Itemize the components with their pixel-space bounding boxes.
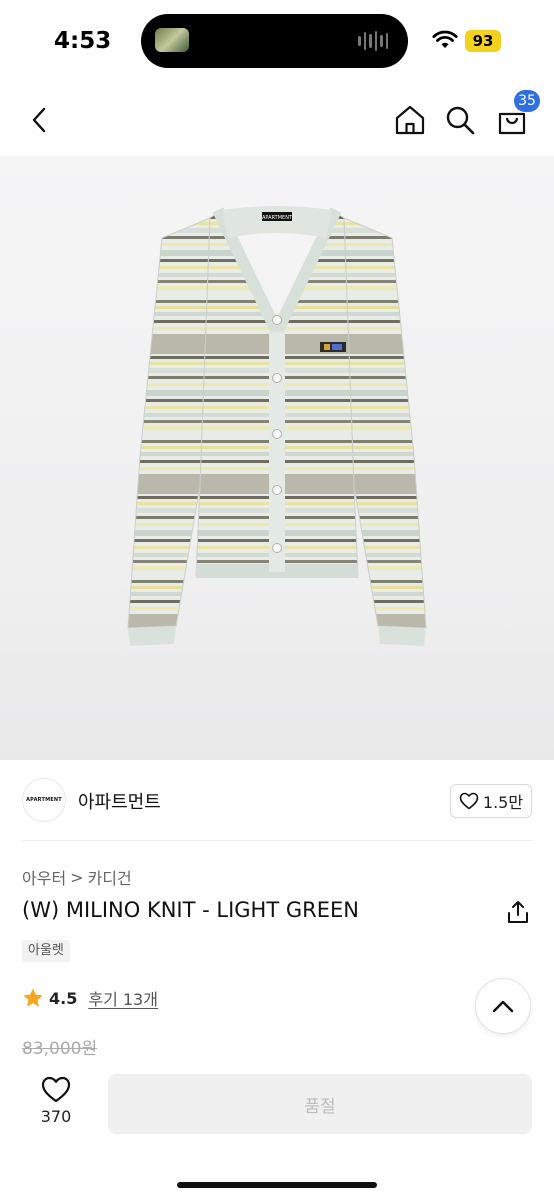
now-playing-artwork xyxy=(155,28,189,52)
rating-value: 4.5 xyxy=(49,988,78,1008)
brand-name[interactable]: 아파트먼트 xyxy=(78,788,161,814)
star-icon xyxy=(23,988,43,1007)
back-button[interactable] xyxy=(20,100,60,140)
neck-label-text: APARTMENT xyxy=(262,215,293,221)
product-image[interactable]: APARTMENT xyxy=(0,156,554,760)
product-title: (W) MILINO KNIT - LIGHT GREEN xyxy=(22,898,359,922)
dynamic-island xyxy=(141,14,408,68)
divider xyxy=(22,840,532,841)
audio-waveform-icon xyxy=(358,30,388,52)
battery-indicator: 93 xyxy=(465,30,501,52)
wishlist-count: 370 xyxy=(40,1107,72,1126)
home-icon xyxy=(395,105,425,135)
breadcrumb: 아우터 > 카디건 xyxy=(22,865,132,889)
breadcrumb-category[interactable]: 아우터 xyxy=(22,865,66,889)
cardigan-photo: APARTMENT xyxy=(127,206,427,646)
cart-count-badge: 35 xyxy=(514,90,540,112)
home-indicator xyxy=(177,1182,377,1188)
search-button[interactable] xyxy=(440,100,480,140)
scroll-top-button[interactable] xyxy=(475,978,531,1034)
chevron-up-icon xyxy=(492,1000,514,1013)
home-button[interactable] xyxy=(390,100,430,140)
soldout-button[interactable]: 품절 xyxy=(108,1074,532,1134)
nav-bar: 35 xyxy=(0,90,554,152)
review-link[interactable]: 후기 13개 xyxy=(88,986,158,1010)
status-bar: 4:53 93 xyxy=(0,0,554,82)
heart-icon xyxy=(459,792,479,810)
share-button[interactable] xyxy=(504,898,532,926)
status-time: 4:53 xyxy=(54,28,112,54)
wishlist-button[interactable]: 370 xyxy=(30,1076,82,1132)
brand-logo[interactable]: APARTMENT xyxy=(22,778,66,822)
search-icon xyxy=(446,106,475,135)
breadcrumb-separator: > xyxy=(70,867,84,887)
heart-icon xyxy=(41,1076,71,1103)
wifi-icon xyxy=(432,30,458,48)
outlet-tag: 아울렛 xyxy=(22,940,70,962)
cart-button[interactable]: 35 xyxy=(492,90,540,140)
brand-like-count: 1.5만 xyxy=(482,793,524,812)
chevron-left-icon xyxy=(32,107,46,133)
rating-row: 4.5 후기 13개 xyxy=(22,986,158,1010)
brand-row[interactable]: APARTMENT 아파트먼트 1.5만 xyxy=(22,776,532,824)
original-price: 83,000원 xyxy=(22,1039,98,1059)
share-icon xyxy=(508,901,528,923)
breadcrumb-subcategory[interactable]: 카디건 xyxy=(88,865,132,889)
brand-like-button[interactable]: 1.5만 xyxy=(450,784,532,818)
